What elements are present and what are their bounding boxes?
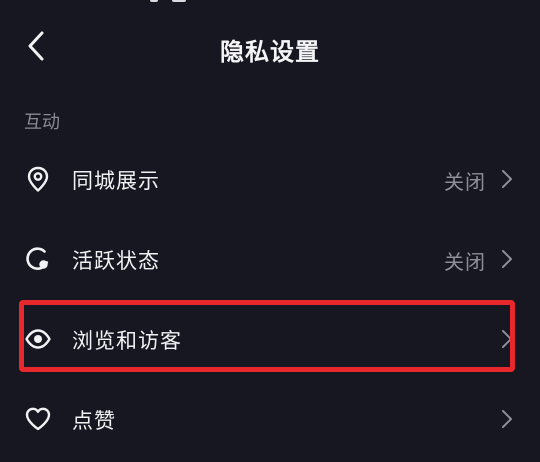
page-title: 隐私设置 [220,38,320,66]
chevron-right-icon [502,170,512,188]
navigation-header: 隐私设置 [0,22,540,72]
setting-row-label: 浏览和访客 [72,329,182,353]
setting-row-value: 关闭 [444,170,486,194]
setting-row-label: 点赞 [72,409,116,433]
active-status-icon [26,247,49,270]
setting-row-active-status[interactable]: 活跃状态 关闭 [0,219,540,299]
setting-row-views-and-visitors[interactable]: 浏览和访客 [0,299,540,379]
chevron-right-icon [502,330,512,348]
chevron-right-icon [502,410,512,428]
setting-row-label: 活跃状态 [72,249,160,273]
setting-row-label: 同城展示 [72,169,160,193]
location-pin-icon [27,166,49,192]
setting-row-likes[interactable]: 点赞 [0,379,540,459]
setting-row-nearby-display[interactable]: 同城展示 关闭 [0,139,540,219]
heart-icon [25,407,51,431]
status-bar-fragment [150,0,190,4]
eye-icon [25,329,51,349]
section-label-interaction: 互动 [24,112,60,133]
setting-row-value: 关闭 [444,250,486,274]
chevron-right-icon [502,250,512,268]
